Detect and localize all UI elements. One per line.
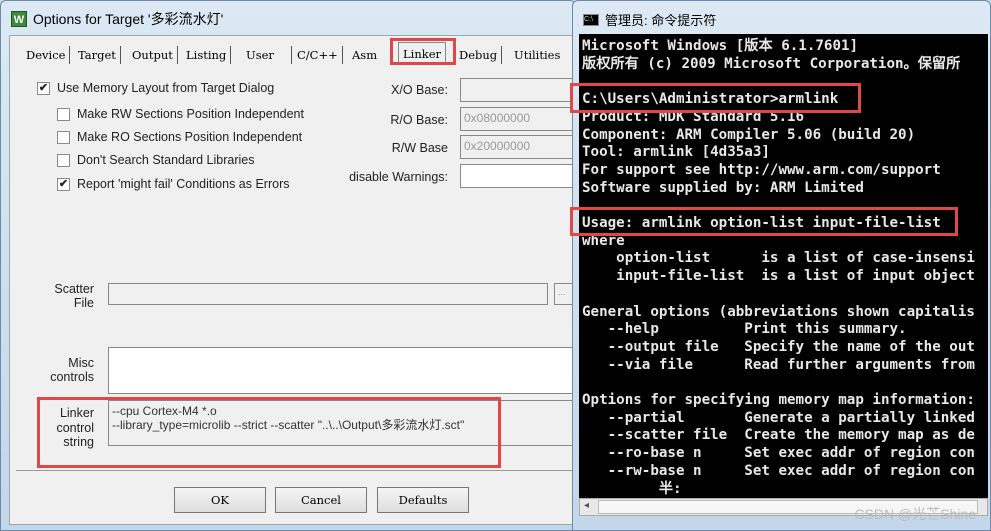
console-line: 半: — [582, 480, 682, 497]
checkbox-empty-icon — [57, 153, 70, 167]
linker-string-line: --cpu Cortex-M4 *.o — [112, 404, 217, 418]
ok-button[interactable]: OK — [174, 487, 266, 513]
console-line: C:\Users\Administrator>armlink — [582, 91, 839, 108]
rw-position-independent-checkbox[interactable]: Make RW Sections Position Independent — [57, 107, 304, 121]
checkbox-checked-icon: ✔ — [57, 177, 70, 191]
xo-base-input[interactable] — [460, 78, 578, 102]
scroll-left-arrow-icon[interactable]: ◂ — [584, 500, 589, 511]
tab-utilities[interactable]: Utilities — [510, 46, 564, 64]
scatter-file-input[interactable] — [108, 283, 548, 305]
xo-base-label: X/O Base: — [391, 83, 448, 97]
dialog-title: Options for Target '多彩流水灯' — [33, 11, 224, 27]
misc-controls-input[interactable] — [108, 347, 578, 394]
console-line: --ro-base n Set exec addr of region con — [582, 445, 975, 462]
watermark: CSDN @光芒Shine — [854, 506, 976, 522]
console-line: Software supplied by: ARM Limited — [582, 179, 864, 196]
console-line: --rw-base n Set exec addr of region con — [582, 462, 975, 479]
tab-output[interactable]: Output — [128, 46, 178, 64]
console-output: Microsoft Windows [版本 6.1.7601] 版权所有 (c) … — [579, 34, 988, 498]
cancel-button[interactable]: Cancel — [275, 487, 367, 513]
divider — [16, 470, 578, 471]
checkbox-checked-icon: ✔ — [37, 81, 50, 95]
ro-base-input[interactable]: 0x08000000 — [460, 107, 578, 131]
console-line: Options for specifying memory map inform… — [582, 392, 975, 408]
linker-control-string-label: Linker control string — [56, 406, 94, 449]
console-line: where — [582, 232, 625, 249]
tab-listing[interactable]: Listing — [182, 46, 232, 64]
tab-target[interactable]: Target — [74, 46, 121, 64]
ro-base-label: R/O Base: — [390, 113, 448, 127]
console-line: Microsoft Windows [版本 6.1.7601] — [582, 38, 859, 54]
console-line: --help Print this summary. — [582, 321, 907, 338]
console-line: 版权所有 (c) 2009 Microsoft Corporation。保留所 — [582, 55, 961, 72]
tab-user[interactable]: User — [242, 46, 292, 64]
console-line: For support see http://www.arm.com/suppo… — [582, 161, 941, 178]
rw-base-input[interactable]: 0x20000000 — [460, 135, 578, 159]
tab-device[interactable]: Device — [22, 46, 71, 64]
keil-app-icon: W — [11, 11, 27, 27]
misc-controls-label: Misc controls — [50, 356, 94, 384]
linker-string-line: --library_type=microlib --strict --scatt… — [112, 418, 465, 432]
console-line: option-list is a list of case-insensi — [582, 250, 975, 267]
console-line: --scatter file Create the memory map as … — [582, 427, 975, 444]
console-line: General options (abbreviations shown cap… — [582, 303, 975, 320]
dialog-panel: Device Target Output Listing User C/C++ … — [9, 35, 578, 525]
dont-search-libraries-checkbox[interactable]: Don't Search Standard Libraries — [57, 153, 254, 167]
rw-base-label: R/W Base — [391, 141, 448, 155]
cmd-title: 管理员: 命令提示符 — [605, 13, 717, 28]
tab-c-cpp[interactable]: C/C++ — [293, 46, 343, 64]
dialog-title-bar: W Options for Target '多彩流水灯' — [11, 9, 223, 29]
cmd-icon: C:\ — [583, 13, 599, 26]
scatter-file-label: Scatter File — [54, 282, 94, 310]
cmd-title-bar: C:\ 管理员: 命令提示符 — [583, 10, 716, 29]
linker-control-string: --cpu Cortex-M4 *.o --library_type=micro… — [108, 400, 578, 446]
checkbox-empty-icon — [57, 130, 70, 144]
tab-linker[interactable]: Linker — [398, 42, 446, 64]
ro-position-independent-checkbox[interactable]: Make RO Sections Position Independent — [57, 130, 302, 144]
disable-warnings-label: disable Warnings: — [349, 170, 448, 184]
options-dialog: W Options for Target '多彩流水灯' Device Targ… — [0, 0, 578, 531]
use-memory-layout-checkbox[interactable]: ✔ Use Memory Layout from Target Dialog — [37, 81, 274, 95]
checkbox-empty-icon — [57, 107, 70, 121]
disable-warnings-input[interactable] — [460, 164, 578, 188]
console-line: --via file Read further arguments from — [582, 356, 975, 373]
tab-asm[interactable]: Asm — [348, 46, 381, 64]
defaults-button[interactable]: Defaults — [377, 487, 469, 513]
console-line: Product: MDK Standard 5.16 — [582, 108, 805, 125]
console-line: Tool: armlink [4d35a3] — [582, 144, 770, 161]
tab-debug[interactable]: Debug — [455, 46, 503, 64]
console-line: --output file Specify the name of the ou… — [582, 338, 975, 355]
console-line: Usage: armlink option-list input-file-li… — [582, 215, 941, 231]
report-might-fail-checkbox[interactable]: ✔ Report 'might fail' Conditions as Error… — [57, 177, 290, 191]
console-line: input-file-list is a list of input objec… — [582, 268, 975, 285]
console-line: Component: ARM Compiler 5.06 (build 20) — [582, 126, 916, 143]
console-line: --partial Generate a partially linked — [582, 409, 975, 426]
command-prompt-window: C:\ 管理员: 命令提示符 Microsoft Windows [版本 6.1… — [572, 0, 991, 531]
